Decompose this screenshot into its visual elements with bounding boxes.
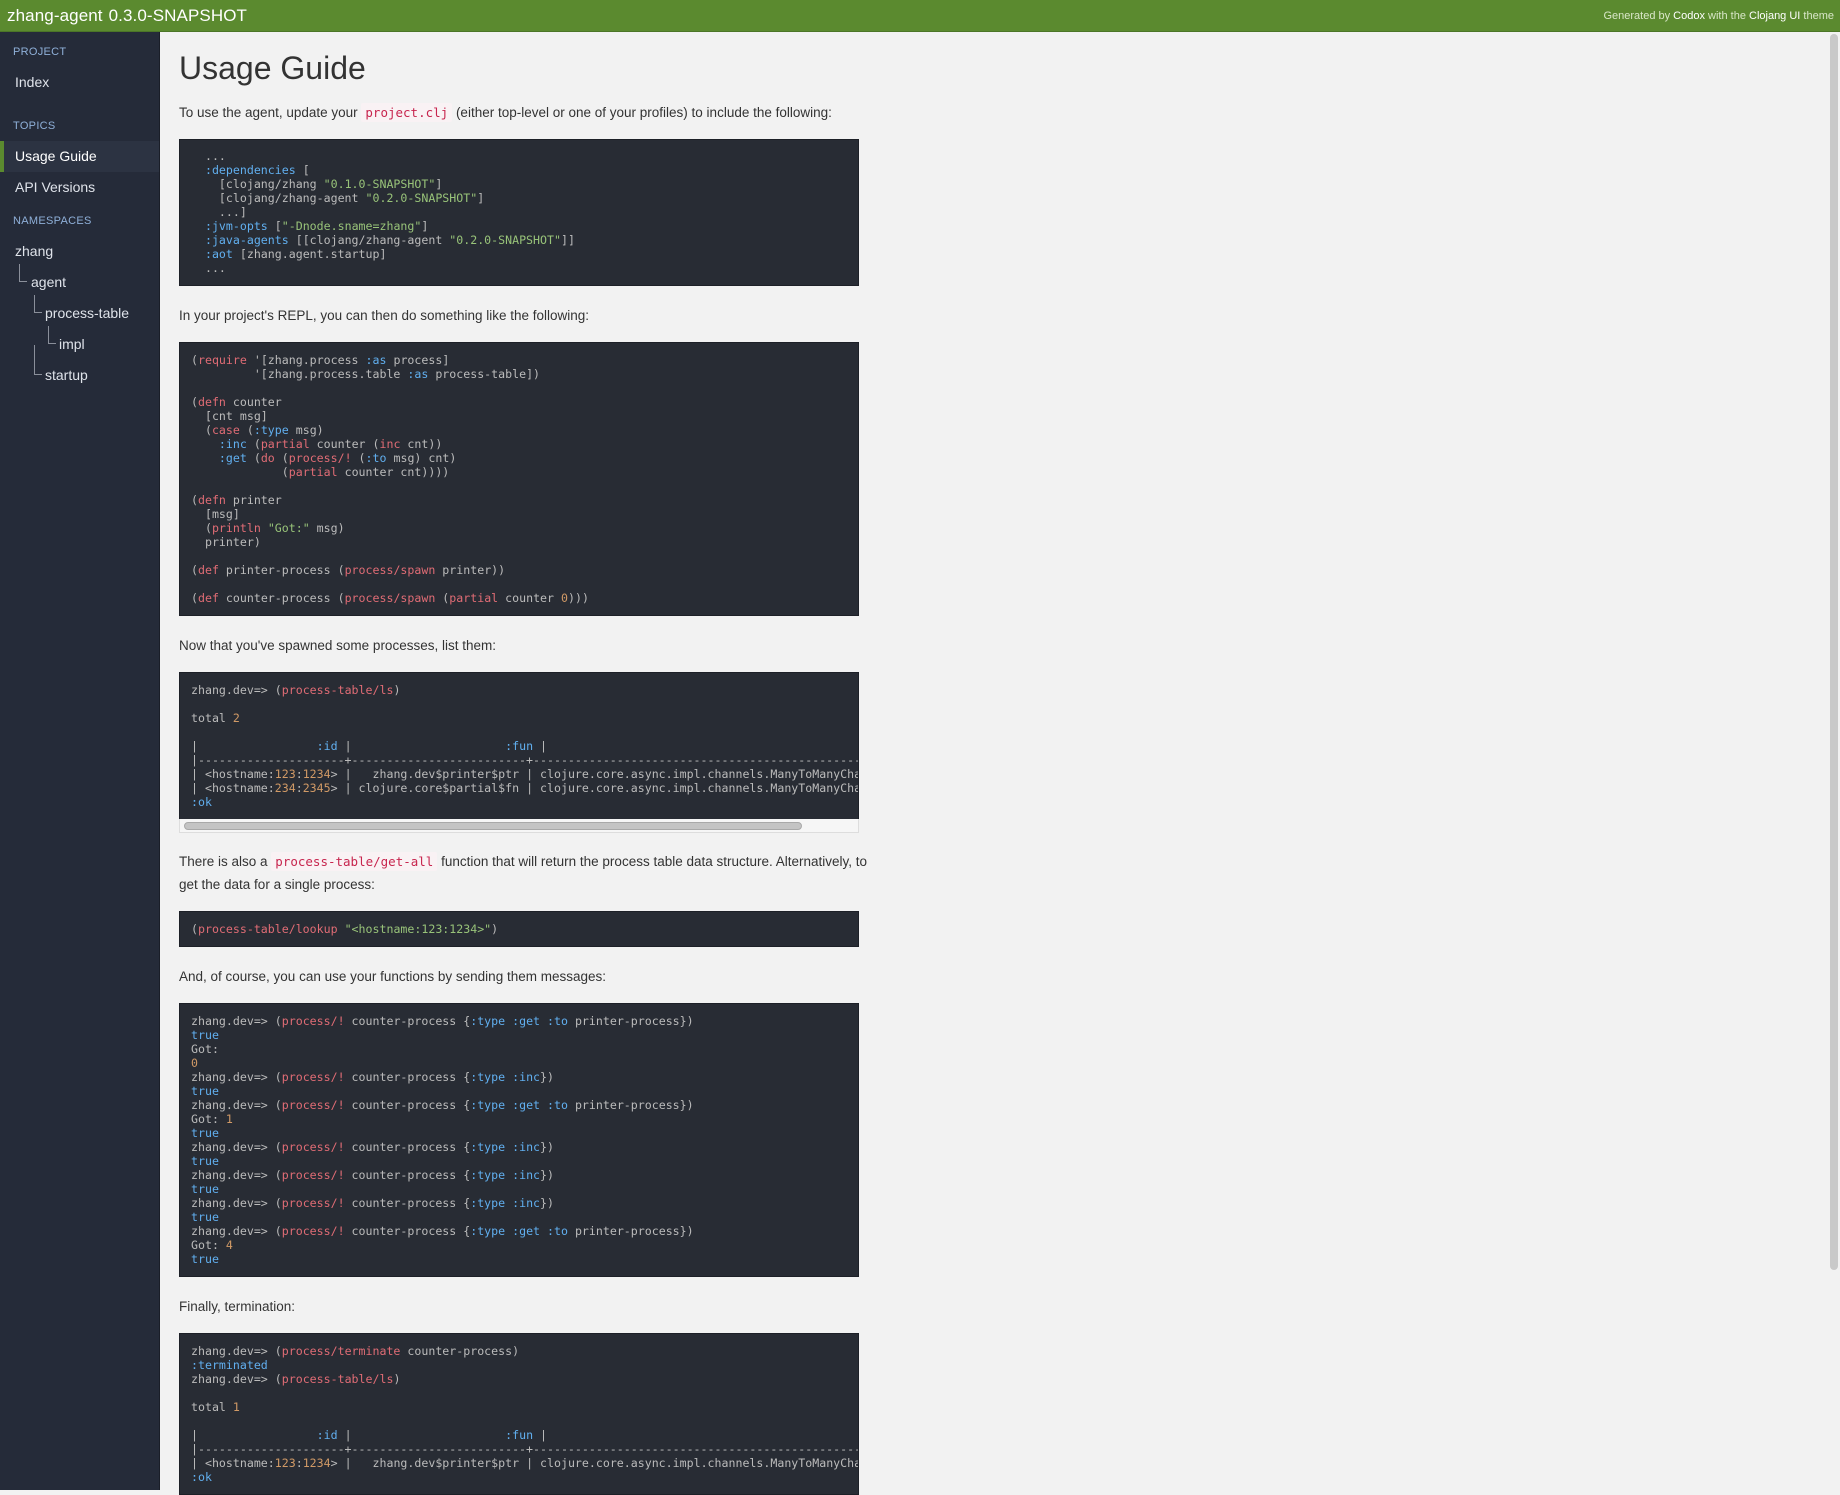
credit-prefix: Generated by [1603,9,1674,22]
top-bar: zhang-agent 0.3.0-SNAPSHOT Generated by C… [0,0,1840,32]
scrollbar-thumb[interactable] [184,822,802,831]
paragraph-list: Now that you've spawned some processes, … [179,638,496,654]
tree-connector [34,345,42,375]
code-block-lookup: (process-table/lookup "<hostname:123:123… [179,911,859,948]
paragraph-messages: And, of course, you can use your functio… [179,969,606,985]
sidebar-ns-process-table[interactable]: process-table [0,295,159,329]
sidebar-item-usage-guide[interactable]: Usage Guide [0,141,159,172]
page-vertical-scrollbar[interactable] [1830,34,1838,1270]
tree-connector [19,264,27,282]
sidebar-ns-zhang[interactable]: zhang [0,236,159,267]
ns-label: impl [59,336,85,352]
theme-link[interactable]: Clojang UI [1749,10,1800,22]
project-title[interactable]: zhang-agent 0.3.0-SNAPSHOT [7,6,247,26]
sidebar-section-topics: TOPICS [13,120,56,132]
code-horizontal-scrollbar[interactable] [179,819,859,834]
paragraph-get-all: There is also a process-table/get-all fu… [179,850,879,896]
sidebar-section-namespaces: NAMESPACES [13,215,92,227]
code-block-dependencies: ... :dependencies [ [clojang/zhang "0.1.… [179,139,859,287]
ns-label: startup [45,367,88,383]
code-block-messages: zhang.dev=> (process/! counter-process {… [179,1003,859,1278]
code-block-termination: zhang.dev=> (process/terminate counter-p… [179,1333,859,1495]
ns-label: agent [31,274,67,290]
sidebar-section-project: PROJECT [13,46,67,58]
sidebar-item-index[interactable]: Index [0,67,159,98]
text: (either top-level or one of your profile… [452,105,832,121]
credit-mid: with the [1704,9,1749,22]
inline-code-project-clj: project.clj [361,103,453,123]
codox-link[interactable]: Codox [1673,10,1705,22]
tree-connector [48,326,56,344]
credit-suffix: theme [1800,9,1834,22]
paragraph-repl: In your project's REPL, you can then do … [179,308,590,324]
generator-credit: Generated by Codox with the Clojang UI t… [1603,10,1834,22]
sidebar: PROJECT Index TOPICS Usage Guide API Ver… [0,32,160,1490]
inline-code-get-all: process-table/get-all [271,852,438,872]
paragraph-termination: Finally, termination: [179,1299,296,1315]
main-content: Usage Guide To use the agent, update you… [179,32,879,1495]
ns-label: zhang [15,243,54,259]
text: There is also a [179,854,272,870]
sidebar-ns-impl[interactable]: impl [0,326,159,360]
page-title: Usage Guide [179,50,366,86]
paragraph-intro: To use the agent, update your project.cl… [179,101,879,124]
project-version: 0.3.0-SNAPSHOT [108,5,248,25]
tree-connector [34,295,42,313]
ns-label: process-table [45,305,130,321]
code-block-process-list: zhang.dev=> (process-table/ls) total 2 |… [179,672,859,820]
sidebar-ns-agent[interactable]: agent [0,264,159,298]
text: To use the agent, update your [179,105,362,121]
code-block-repl-example: (require '[zhang.process :as process] '[… [179,342,859,617]
project-name: zhang-agent [7,5,103,25]
sidebar-ns-startup[interactable]: startup [0,345,159,391]
sidebar-item-api-versions[interactable]: API Versions [0,172,159,203]
